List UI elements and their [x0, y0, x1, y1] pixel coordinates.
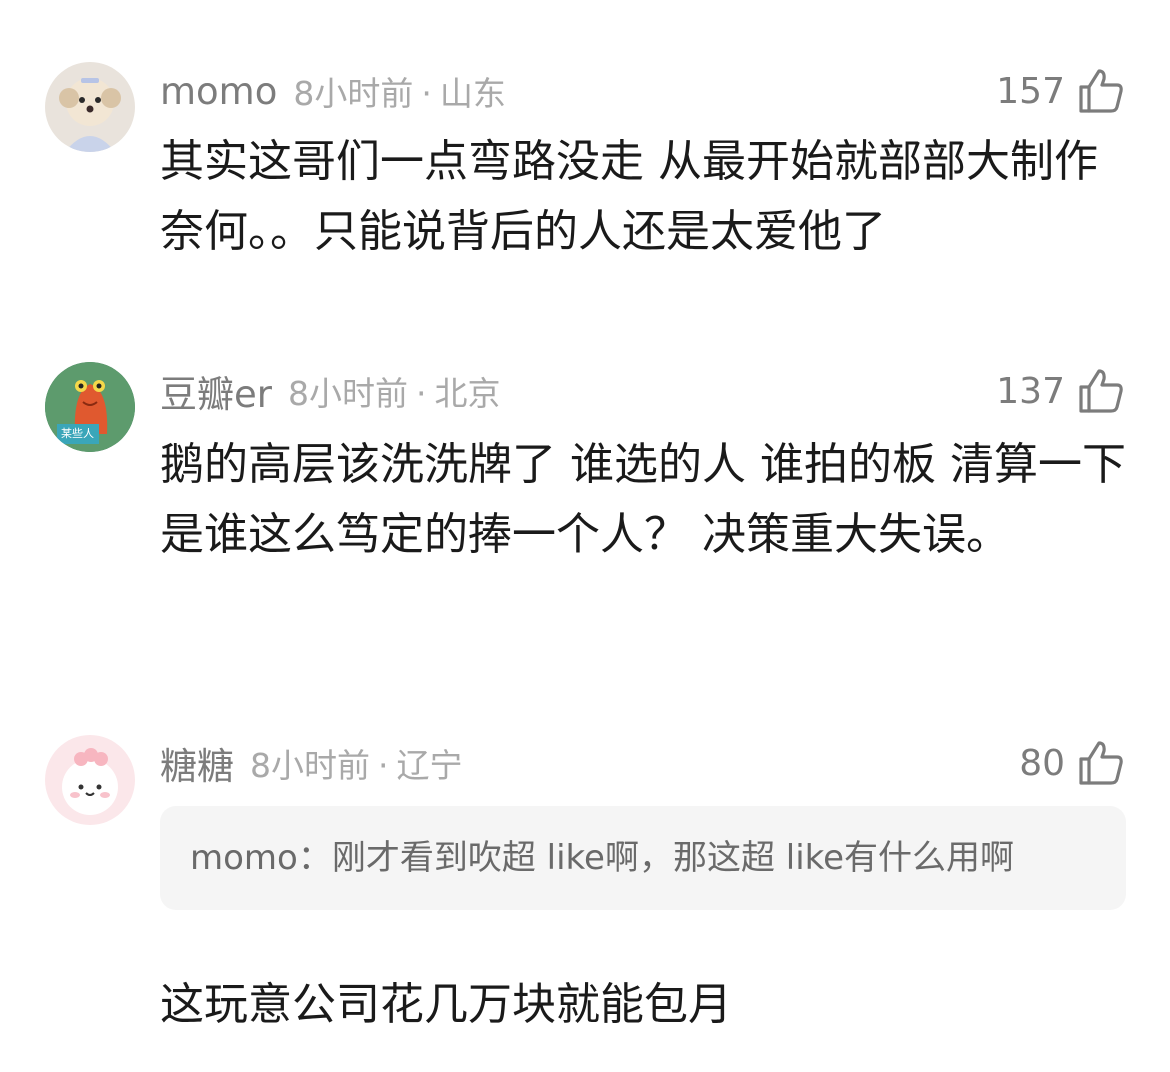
like-button[interactable]: 157 [996, 66, 1125, 116]
username[interactable]: 糖糖 [160, 736, 234, 790]
thumbs-up-icon [1077, 367, 1125, 415]
avatar[interactable] [45, 735, 135, 825]
comment-meta: 豆瓣er 8小时前 · 北京 [160, 366, 500, 416]
username[interactable]: momo [160, 70, 277, 113]
avatar-sign-text: 某些人 [61, 427, 94, 440]
location: 山东 [439, 74, 506, 113]
comment-text: 其实这哥们一点弯路没走 从最开始就部部大制作 奈何。。只能说背后的人还是太爱他了 [160, 136, 1098, 257]
thumbs-up-icon [1077, 739, 1125, 787]
username[interactable]: 豆瓣er [160, 364, 272, 418]
time-location: 8小时前 · 北京 [288, 367, 501, 415]
thumbs-up-icon [1077, 67, 1125, 115]
comment-meta: momo 8小时前 · 山东 [160, 66, 506, 116]
quote-author[interactable]: momo： [190, 838, 332, 878]
time-location: 8小时前 · 辽宁 [250, 739, 463, 787]
separator-dot: · [378, 746, 389, 785]
separator-dot: · [421, 74, 432, 113]
like-button[interactable]: 137 [996, 366, 1125, 416]
separator-dot: · [415, 374, 427, 413]
comment-text: 这玩意公司花几万块就能包月 [160, 979, 732, 1030]
like-count: 80 [1019, 742, 1065, 784]
avatar[interactable]: 某些人 [45, 362, 135, 452]
like-count: 157 [996, 70, 1065, 112]
quoted-reply[interactable]: momo：刚才看到吹超 like啊，那这超 like有什么用啊 [160, 806, 1126, 910]
location: 北京 [434, 374, 501, 413]
comment-text: 鹅的高层该洗洗牌了 谁选的人 谁拍的板 清算一下 是谁这么笃定的捧一个人？ 决策… [160, 439, 1126, 560]
comment-meta: 糖糖 8小时前 · 辽宁 [160, 738, 463, 788]
location: 辽宁 [396, 746, 463, 785]
timestamp: 8小时前 [250, 746, 370, 785]
like-count: 137 [996, 370, 1065, 412]
quote-text: 刚才看到吹超 like啊，那这超 like有什么用啊 [331, 838, 1015, 878]
time-location: 8小时前 · 山东 [293, 67, 506, 115]
timestamp: 8小时前 [293, 74, 414, 113]
timestamp: 8小时前 [287, 374, 408, 413]
avatar[interactable] [45, 62, 135, 152]
like-button[interactable]: 80 [1019, 738, 1125, 788]
